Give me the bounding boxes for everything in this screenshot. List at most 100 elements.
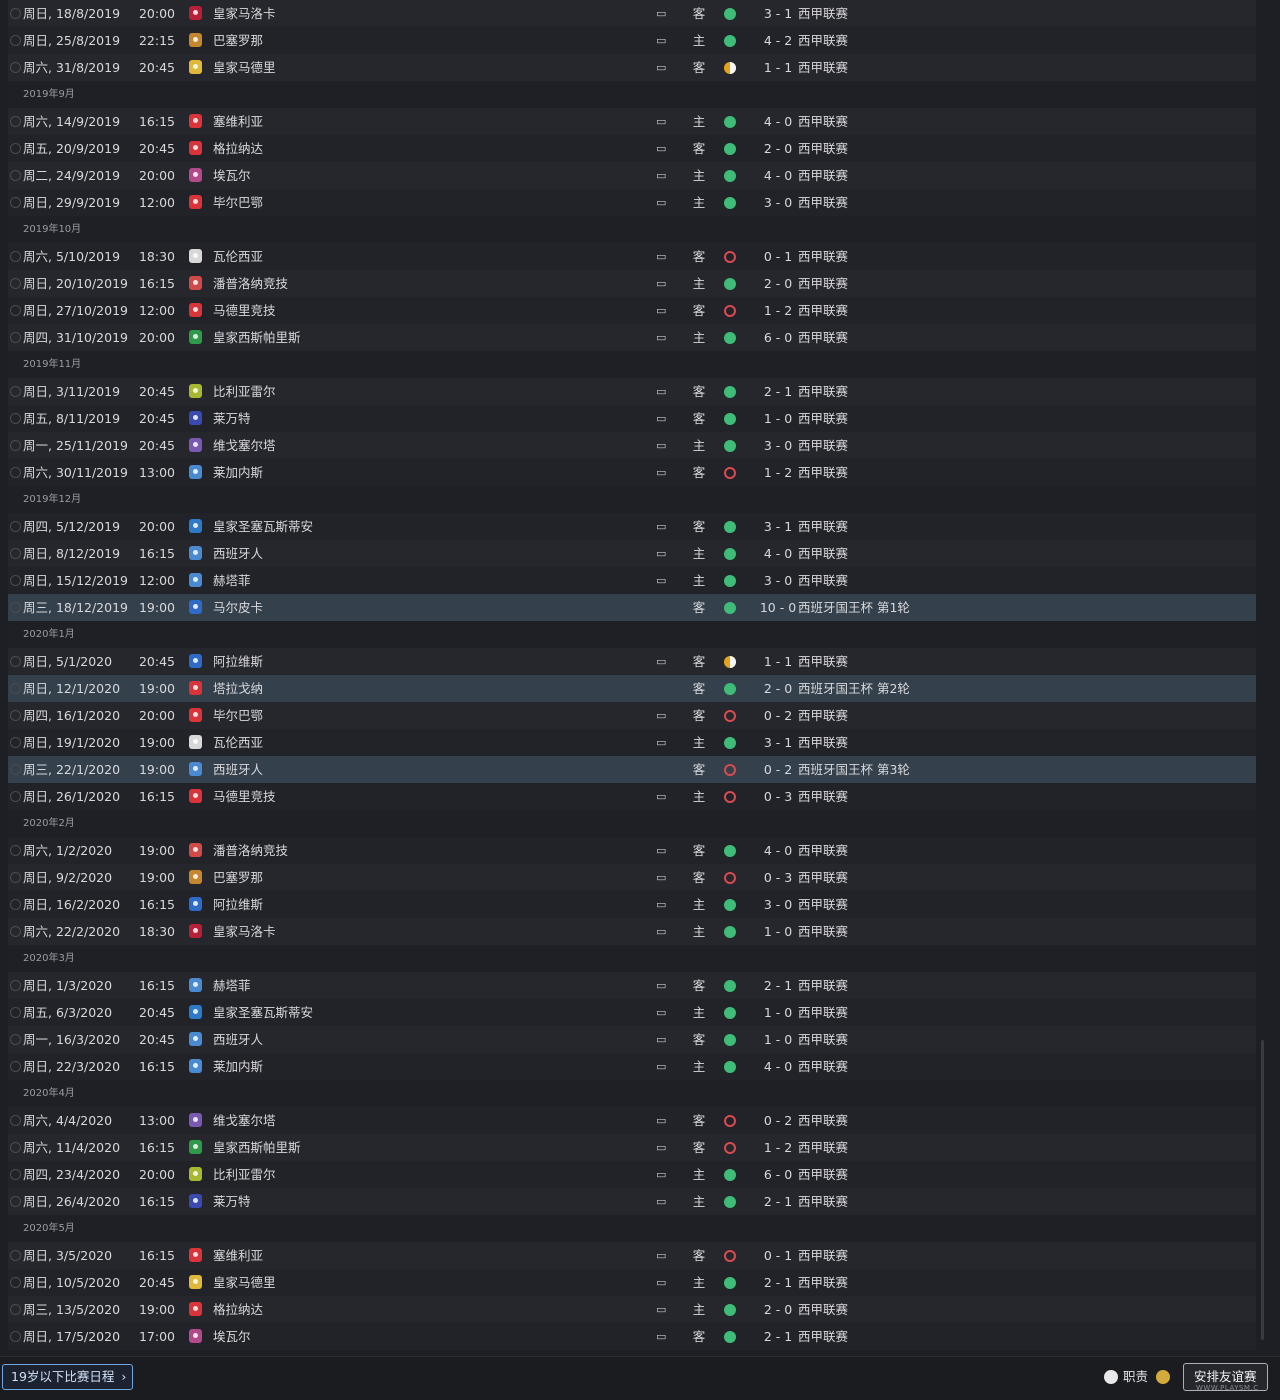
scrollbar[interactable] (1261, 1040, 1264, 1340)
competition-name[interactable]: 西甲联赛 (798, 567, 848, 594)
row-select-checkbox[interactable] (10, 837, 21, 864)
fixture-row[interactable]: 周四, 23/4/2020 20:00 比利亚雷尔 ▭ 主 6 - 0 西甲联赛 (8, 1161, 1256, 1188)
fixture-row[interactable]: 周日, 22/3/2020 16:15 莱加内斯 ▭ 主 4 - 0 西甲联赛 (8, 1053, 1256, 1080)
fixture-row[interactable]: 周日, 3/5/2020 16:15 塞维利亚 ▭ 客 0 - 1 西甲联赛 (8, 1242, 1256, 1269)
competition-name[interactable]: 西甲联赛 (798, 1269, 848, 1296)
opponent-name[interactable]: 马德里竞技 (213, 783, 276, 810)
row-select-checkbox[interactable] (10, 54, 21, 81)
opponent-name[interactable]: 西班牙人 (213, 540, 263, 567)
fixture-row[interactable]: 周三, 18/12/2019 19:00 马尔皮卡客 10 - 0 西班牙国王杯 第1轮 (8, 594, 1256, 621)
competition-name[interactable]: 西甲联赛 (798, 1053, 848, 1080)
competition-name[interactable]: 西甲联赛 (798, 783, 848, 810)
fixture-row[interactable]: 周日, 25/8/2019 22:15 巴塞罗那 ▭ 主 4 - 2 西甲联赛 (8, 27, 1256, 54)
opponent-name[interactable]: 巴塞罗那 (213, 27, 263, 54)
row-select-checkbox[interactable] (10, 756, 21, 783)
fixture-row[interactable]: 周六, 30/11/2019 13:00 莱加内斯 ▭ 客 1 - 2 西甲联赛 (8, 459, 1256, 486)
competition-name[interactable]: 西甲联赛 (798, 1107, 848, 1134)
fixture-row[interactable]: 周六, 31/8/2019 20:45 皇家马德里 ▭ 客 1 - 1 西甲联赛 (8, 54, 1256, 81)
opponent-name[interactable]: 塞维利亚 (213, 108, 263, 135)
opponent-name[interactable]: 维戈塞尔塔 (213, 432, 276, 459)
fixture-row[interactable]: 周三, 22/1/2020 19:00 西班牙人客 0 - 2 西班牙国王杯 第3轮 (8, 756, 1256, 783)
fixture-row[interactable]: 周日, 20/10/2019 16:15 潘普洛纳竞技 ▭ 主 2 - 0 西甲联赛 (8, 270, 1256, 297)
fixture-row[interactable]: 周五, 20/9/2019 20:45 格拉纳达 ▭ 客 2 - 0 西甲联赛 (8, 135, 1256, 162)
fixture-row[interactable]: 周六, 14/9/2019 16:15 塞维利亚 ▭ 主 4 - 0 西甲联赛 (8, 108, 1256, 135)
row-select-checkbox[interactable] (10, 135, 21, 162)
fixture-row[interactable]: 周日, 19/1/2020 19:00 瓦伦西亚 ▭ 主 3 - 1 西甲联赛 (8, 729, 1256, 756)
fixture-row[interactable]: 周日, 15/12/2019 12:00 赫塔菲 ▭ 主 3 - 0 西甲联赛 (8, 567, 1256, 594)
opponent-name[interactable]: 莱加内斯 (213, 459, 263, 486)
fixture-row[interactable]: 周四, 31/10/2019 20:00 皇家西斯帕里斯 ▭ 主 6 - 0 西甲联赛 (8, 324, 1256, 351)
row-select-checkbox[interactable] (10, 1134, 21, 1161)
competition-name[interactable]: 西甲联赛 (798, 270, 848, 297)
competition-name[interactable]: 西甲联赛 (798, 972, 848, 999)
fixture-row[interactable]: 周四, 16/1/2020 20:00 毕尔巴鄂 ▭ 客 0 - 2 西甲联赛 (8, 702, 1256, 729)
opponent-name[interactable]: 西班牙人 (213, 1026, 263, 1053)
fixture-row[interactable]: 周一, 16/3/2020 20:45 西班牙人 ▭ 客 1 - 0 西甲联赛 (8, 1026, 1256, 1053)
row-select-checkbox[interactable] (10, 1053, 21, 1080)
competition-name[interactable]: 西甲联赛 (798, 1242, 848, 1269)
row-select-checkbox[interactable] (10, 270, 21, 297)
row-select-checkbox[interactable] (10, 297, 21, 324)
row-select-checkbox[interactable] (10, 1107, 21, 1134)
opponent-name[interactable]: 毕尔巴鄂 (213, 702, 263, 729)
opponent-name[interactable]: 马尔皮卡 (213, 594, 263, 621)
fixture-row[interactable]: 周日, 12/1/2020 19:00 塔拉戈纳客 2 - 0 西班牙国王杯 第2轮 (8, 675, 1256, 702)
row-select-checkbox[interactable] (10, 1242, 21, 1269)
fixture-row[interactable]: 周日, 29/9/2019 12:00 毕尔巴鄂 ▭ 主 3 - 0 西甲联赛 (8, 189, 1256, 216)
row-select-checkbox[interactable] (10, 891, 21, 918)
opponent-name[interactable]: 埃瓦尔 (213, 162, 251, 189)
u19-schedule-button[interactable]: 19岁以下比赛日程 › (2, 1364, 134, 1390)
opponent-name[interactable]: 皇家马德里 (213, 1269, 276, 1296)
competition-name[interactable]: 西甲联赛 (798, 432, 848, 459)
fixture-row[interactable]: 周六, 4/4/2020 13:00 维戈塞尔塔 ▭ 客 0 - 2 西甲联赛 (8, 1107, 1256, 1134)
fixture-row[interactable]: 周日, 26/4/2020 16:15 莱万特 ▭ 主 2 - 1 西甲联赛 (8, 1188, 1256, 1215)
row-select-checkbox[interactable] (10, 918, 21, 945)
competition-name[interactable]: 西甲联赛 (798, 297, 848, 324)
competition-name[interactable]: 西甲联赛 (798, 378, 848, 405)
opponent-name[interactable]: 瓦伦西亚 (213, 243, 263, 270)
competition-name[interactable]: 西甲联赛 (798, 540, 848, 567)
row-select-checkbox[interactable] (10, 540, 21, 567)
row-select-checkbox[interactable] (10, 648, 21, 675)
fixture-row[interactable]: 周日, 26/1/2020 16:15 马德里竞技 ▭ 主 0 - 3 西甲联赛 (8, 783, 1256, 810)
opponent-name[interactable]: 皇家马德里 (213, 54, 276, 81)
row-select-checkbox[interactable] (10, 378, 21, 405)
fixture-row[interactable]: 周日, 18/8/2019 20:00 皇家马洛卡 ▭ 客 3 - 1 西甲联赛 (8, 0, 1256, 27)
competition-name[interactable]: 西甲联赛 (798, 918, 848, 945)
row-select-checkbox[interactable] (10, 1323, 21, 1350)
row-select-checkbox[interactable] (10, 432, 21, 459)
opponent-name[interactable]: 阿拉维斯 (213, 891, 263, 918)
row-select-checkbox[interactable] (10, 972, 21, 999)
duties-button[interactable]: 职责 (1100, 1363, 1171, 1391)
competition-name[interactable]: 西甲联赛 (798, 189, 848, 216)
fixture-row[interactable]: 周一, 25/11/2019 20:45 维戈塞尔塔 ▭ 主 3 - 0 西甲联赛 (8, 432, 1256, 459)
competition-name[interactable]: 西班牙国王杯 第2轮 (798, 675, 910, 702)
row-select-checkbox[interactable] (10, 864, 21, 891)
opponent-name[interactable]: 比利亚雷尔 (213, 1161, 276, 1188)
competition-name[interactable]: 西甲联赛 (798, 1323, 848, 1350)
competition-name[interactable]: 西甲联赛 (798, 324, 848, 351)
fixture-row[interactable]: 周日, 9/2/2020 19:00 巴塞罗那 ▭ 客 0 - 3 西甲联赛 (8, 864, 1256, 891)
competition-name[interactable]: 西甲联赛 (798, 1026, 848, 1053)
competition-name[interactable]: 西甲联赛 (798, 0, 848, 27)
row-select-checkbox[interactable] (10, 513, 21, 540)
competition-name[interactable]: 西甲联赛 (798, 1161, 848, 1188)
opponent-name[interactable]: 莱万特 (213, 405, 251, 432)
row-select-checkbox[interactable] (10, 675, 21, 702)
row-select-checkbox[interactable] (10, 243, 21, 270)
fixture-row[interactable]: 周日, 17/5/2020 17:00 埃瓦尔 ▭ 客 2 - 1 西甲联赛 (8, 1323, 1256, 1350)
fixture-row[interactable]: 周六, 1/2/2020 19:00 潘普洛纳竞技 ▭ 客 4 - 0 西甲联赛 (8, 837, 1256, 864)
opponent-name[interactable]: 毕尔巴鄂 (213, 189, 263, 216)
competition-name[interactable]: 西甲联赛 (798, 1188, 848, 1215)
row-select-checkbox[interactable] (10, 0, 21, 27)
row-select-checkbox[interactable] (10, 27, 21, 54)
opponent-name[interactable]: 皇家马洛卡 (213, 0, 276, 27)
opponent-name[interactable]: 巴塞罗那 (213, 864, 263, 891)
competition-name[interactable]: 西班牙国王杯 第1轮 (798, 594, 910, 621)
opponent-name[interactable]: 赫塔菲 (213, 972, 251, 999)
fixture-row[interactable]: 周三, 13/5/2020 19:00 格拉纳达 ▭ 主 2 - 0 西甲联赛 (8, 1296, 1256, 1323)
fixture-row[interactable]: 周六, 5/10/2019 18:30 瓦伦西亚 ▭ 客 0 - 1 西甲联赛 (8, 243, 1256, 270)
competition-name[interactable]: 西甲联赛 (798, 891, 848, 918)
opponent-name[interactable]: 瓦伦西亚 (213, 729, 263, 756)
opponent-name[interactable]: 潘普洛纳竞技 (213, 270, 288, 297)
